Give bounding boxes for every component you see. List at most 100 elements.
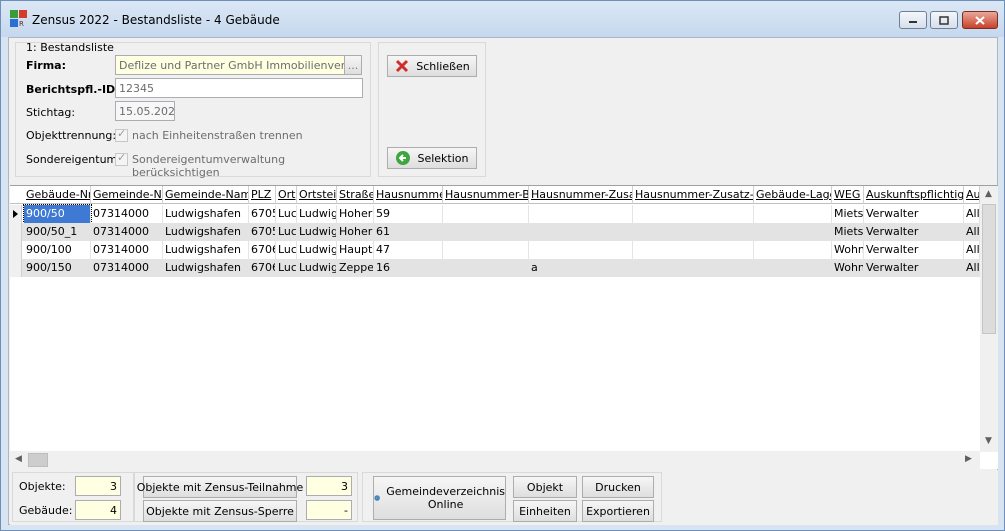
- cell-gebaeude-lage[interactable]: [754, 241, 832, 259]
- col-auskunftspflichtiger[interactable]: Auskunftspflichtiger: [864, 186, 964, 204]
- einheiten-button[interactable]: Einheiten: [513, 500, 577, 522]
- cell-hausnummer-zusatz-bis[interactable]: [633, 241, 754, 259]
- cell-hausnummer-zusatz-bis[interactable]: [633, 223, 754, 241]
- cell-hausnummer-zusatz-bis[interactable]: [633, 205, 754, 223]
- cell-hausnummer[interactable]: 61: [374, 223, 443, 241]
- horizontal-scroll-thumb[interactable]: [28, 453, 48, 467]
- col-gebaeude-lage[interactable]: Gebäude-Lage: [754, 186, 832, 204]
- col-hausnummer-zusatz[interactable]: Hausnummer-Zusatz: [529, 186, 633, 204]
- cell-plz[interactable]: 6706: [249, 259, 276, 277]
- cell-hausnummer-zusatz[interactable]: [529, 205, 633, 223]
- cell-ort[interactable]: Luc: [276, 223, 297, 241]
- cell-weg[interactable]: Mietsh: [832, 205, 864, 223]
- objekttrennung-checkbox[interactable]: ✓: [115, 127, 128, 142]
- close-window-button[interactable]: [962, 11, 998, 29]
- cell-weg[interactable]: Wohn: [832, 241, 864, 259]
- cell-auskunftspflichtiger[interactable]: Verwalter: [864, 223, 964, 241]
- sondereigentum-checkbox[interactable]: ✓: [115, 151, 128, 166]
- col-ortsteil[interactable]: Ortsteil: [297, 186, 337, 204]
- table-row[interactable]: 900/5007314000Ludwigshafen6705LucLudwigH…: [10, 204, 980, 224]
- horizontal-scrollbar[interactable]: ◀ ▶: [10, 451, 980, 469]
- row-indicator[interactable]: [10, 241, 22, 259]
- col-hausnummer[interactable]: Hausnummer: [374, 186, 443, 204]
- cell-strasse[interactable]: Hoher W: [337, 223, 374, 241]
- maximize-button[interactable]: [930, 11, 958, 29]
- exportieren-button[interactable]: Exportieren: [582, 500, 654, 522]
- cell-gebaeude-nr[interactable]: 900/150: [24, 259, 91, 277]
- cell-auskunftspflichtiger[interactable]: Verwalter: [864, 205, 964, 223]
- cell-auskunftspflichtiger[interactable]: Verwalter: [864, 241, 964, 259]
- cell-gemeinde-nr[interactable]: 07314000: [91, 205, 163, 223]
- col-hausnummer-bis[interactable]: Hausnummer-Bis: [443, 186, 529, 204]
- cell-hausnummer-bis[interactable]: [443, 223, 529, 241]
- cell-hausnummer-bis[interactable]: [443, 259, 529, 277]
- col-plz[interactable]: PLZ: [249, 186, 276, 204]
- cell-hausnummer-zusatz[interactable]: a: [529, 259, 633, 277]
- firma-browse-button[interactable]: ...: [344, 55, 362, 75]
- row-indicator[interactable]: [10, 259, 22, 277]
- cell-ort[interactable]: Luc: [276, 205, 297, 223]
- cell-au[interactable]: Alle: [964, 223, 980, 241]
- cell-gebaeude-nr[interactable]: 900/50: [23, 204, 92, 224]
- cell-gebaeude-lage[interactable]: [754, 259, 832, 277]
- teilnahme-button[interactable]: Objekte mit Zensus-Teilnahme: [137, 476, 303, 498]
- cell-au[interactable]: Alle: [964, 259, 980, 277]
- scroll-left-icon[interactable]: ◀: [15, 454, 22, 464]
- col-gebaeude-nr[interactable]: Gebäude-Nr.: [24, 186, 91, 204]
- cell-ortsteil[interactable]: Ludwig: [297, 241, 337, 259]
- col-gemeinde-name[interactable]: Gemeinde-Name: [163, 186, 249, 204]
- cell-gemeinde-name[interactable]: Ludwigshafen: [163, 205, 249, 223]
- cell-strasse[interactable]: Zeppel: [337, 259, 374, 277]
- cell-weg[interactable]: Wohn: [832, 259, 864, 277]
- col-ort[interactable]: Ort: [276, 186, 297, 204]
- table-row[interactable]: 900/15007314000Ludwigshafen6706LucLudwig…: [10, 259, 980, 277]
- cell-weg[interactable]: Mietsh: [832, 223, 864, 241]
- col-au[interactable]: Au: [964, 186, 980, 204]
- cell-strasse[interactable]: Hoher W: [337, 205, 374, 223]
- cell-gebaeude-lage[interactable]: [754, 223, 832, 241]
- table-row[interactable]: 900/50_107314000Ludwigshafen6705LucLudwi…: [10, 223, 980, 241]
- cell-hausnummer-bis[interactable]: [443, 205, 529, 223]
- cell-gemeinde-name[interactable]: Ludwigshafen: [163, 259, 249, 277]
- cell-hausnummer-bis[interactable]: [443, 241, 529, 259]
- cell-ortsteil[interactable]: Ludwig: [297, 205, 337, 223]
- cell-gemeinde-nr[interactable]: 07314000: [91, 259, 163, 277]
- scroll-right-icon[interactable]: ▶: [965, 454, 972, 464]
- objekt-button[interactable]: Objekt: [513, 476, 577, 498]
- buildings-table[interactable]: Gebäude-Nr. Gemeinde-Nr. Gemeinde-Name P…: [10, 185, 998, 469]
- firma-field[interactable]: Deflize und Partner GmbH Immobilienverwa…: [115, 55, 345, 75]
- cell-au[interactable]: Alle: [964, 205, 980, 223]
- title-bar[interactable]: R Zensus 2022 - Bestandsliste - 4 Gebäud…: [1, 1, 1004, 37]
- scroll-up-icon[interactable]: ▲: [985, 189, 992, 199]
- row-indicator[interactable]: [10, 223, 22, 241]
- cell-auskunftspflichtiger[interactable]: Verwalter: [864, 259, 964, 277]
- scroll-down-icon[interactable]: ▼: [985, 436, 992, 446]
- sperre-button[interactable]: Objekte mit Zensus-Sperre: [143, 500, 297, 522]
- col-strasse[interactable]: Straße: [337, 186, 374, 204]
- cell-hausnummer[interactable]: 59: [374, 205, 443, 223]
- close-button[interactable]: Schließen: [387, 55, 477, 77]
- cell-plz[interactable]: 6705: [249, 223, 276, 241]
- cell-hausnummer-zusatz-bis[interactable]: [633, 259, 754, 277]
- cell-hausnummer-zusatz[interactable]: [529, 223, 633, 241]
- cell-gemeinde-nr[interactable]: 07314000: [91, 223, 163, 241]
- cell-gemeinde-nr[interactable]: 07314000: [91, 241, 163, 259]
- cell-ortsteil[interactable]: Ludwig: [297, 259, 337, 277]
- cell-hausnummer-zusatz[interactable]: [529, 241, 633, 259]
- cell-hausnummer[interactable]: 47: [374, 241, 443, 259]
- cell-gebaeude-nr[interactable]: 900/50_1: [24, 223, 91, 241]
- cell-plz[interactable]: 6706: [249, 241, 276, 259]
- stichtag-field[interactable]: 15.05.2022: [115, 101, 175, 121]
- table-row[interactable]: 900/10007314000Ludwigshafen6706LucLudwig…: [10, 241, 980, 259]
- selection-button[interactable]: Selektion: [387, 147, 477, 169]
- cell-gebaeude-nr[interactable]: 900/100: [24, 241, 91, 259]
- cell-plz[interactable]: 6705: [249, 205, 276, 223]
- row-indicator[interactable]: [10, 205, 22, 223]
- col-gemeinde-nr[interactable]: Gemeinde-Nr.: [91, 186, 163, 204]
- gemeindeverzeichnis-button[interactable]: Gemeindeverzeichnis Online: [373, 476, 506, 520]
- cell-au[interactable]: Alle: [964, 241, 980, 259]
- cell-hausnummer[interactable]: 16: [374, 259, 443, 277]
- cell-strasse[interactable]: Haupts: [337, 241, 374, 259]
- cell-ort[interactable]: Luc: [276, 259, 297, 277]
- cell-gebaeude-lage[interactable]: [754, 205, 832, 223]
